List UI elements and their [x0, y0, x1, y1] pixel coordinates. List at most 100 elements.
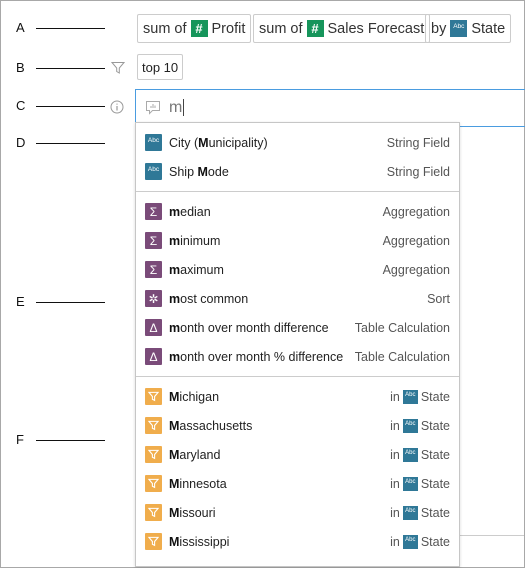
- label-text: onth over month difference: [180, 320, 329, 335]
- label-text: issouri: [179, 505, 216, 520]
- text-caret: [183, 99, 185, 117]
- label-text: City (: [169, 135, 199, 150]
- filter-pill-top-10[interactable]: top 10: [137, 54, 184, 80]
- match-highlight: M: [169, 534, 180, 549]
- suggestion-label: City (Municipality): [169, 136, 387, 150]
- pill-by-state[interactable]: by Abc State: [425, 14, 512, 43]
- label-text: ode: [207, 164, 229, 179]
- in-text: in: [390, 447, 400, 462]
- pill-field: State: [471, 20, 506, 37]
- number-icon: #: [190, 20, 208, 37]
- pill-prefix: by: [431, 20, 447, 37]
- delta-icon: Δ: [145, 348, 162, 365]
- pill-sum-sales-forecast[interactable]: sum of # Sales Forecast: [253, 14, 431, 43]
- string-icon: Abc: [145, 163, 162, 180]
- suggestion-type: Aggregation: [382, 204, 450, 219]
- sort-icon: ✲: [145, 290, 162, 307]
- match-highlight: M: [169, 505, 180, 520]
- string-icon: Abc: [402, 389, 418, 404]
- suggestion-item[interactable]: Δmonth over month % difference Table Calc…: [136, 342, 459, 371]
- suggestion-type: in Abc State: [390, 389, 450, 404]
- filter-icon: [111, 62, 125, 74]
- sigma-icon: Σ: [145, 232, 162, 249]
- label-text: Ship: [169, 164, 198, 179]
- suggestion-label: Maryland: [169, 448, 390, 462]
- callout-line: [36, 28, 105, 29]
- in-text: in: [390, 534, 400, 549]
- suggestion-item[interactable]: Michigan in Abc State: [136, 382, 459, 411]
- field-name: State: [420, 534, 450, 549]
- match-highlight: M: [169, 447, 180, 462]
- string-icon: Abc: [402, 418, 418, 433]
- match-highlight: m: [169, 320, 181, 335]
- suggestion-item[interactable]: Maryland in Abc State: [136, 440, 459, 469]
- callout-line: [36, 440, 105, 441]
- match-highlight: m: [169, 204, 181, 219]
- suggestion-item[interactable]: Mississippi in Abc State: [136, 527, 459, 556]
- match-highlight: M: [198, 135, 209, 150]
- filter-icon: [145, 446, 162, 463]
- suggestion-section: Michigan in Abc State Massachusetts in Abc Stat…: [136, 377, 459, 561]
- callout-label: F: [16, 432, 24, 447]
- filter-icon: [145, 533, 162, 550]
- match-highlight: M: [169, 476, 180, 491]
- pill-field: Profit: [211, 20, 246, 37]
- callout-label: B: [16, 60, 25, 75]
- field-name: State: [420, 505, 450, 520]
- suggestion-type: in Abc State: [390, 476, 450, 491]
- callout-line: [36, 143, 105, 144]
- suggestion-item[interactable]: Missouri in Abc State: [136, 498, 459, 527]
- callout-line: [36, 68, 105, 69]
- match-highlight: M: [169, 389, 180, 404]
- string-icon: Abc: [450, 20, 468, 37]
- callout-label: A: [16, 20, 25, 35]
- suggestion-item[interactable]: Minnesota in Abc State: [136, 469, 459, 498]
- divider: [458, 535, 524, 536]
- suggestion-item[interactable]: Δmonth over month difference Table Calcul…: [136, 313, 459, 342]
- suggestion-item[interactable]: Massachusetts in Abc State: [136, 411, 459, 440]
- suggestion-label: Ship Mode: [169, 165, 387, 179]
- suggestion-type: in Abc State: [390, 447, 450, 462]
- filter-icon: [145, 388, 162, 405]
- label-text: aryland: [179, 447, 221, 462]
- match-highlight: m: [169, 349, 181, 364]
- string-icon: Abc: [402, 447, 418, 462]
- label-text: innesota: [179, 476, 227, 491]
- suggestion-label: median: [169, 205, 383, 219]
- in-text: in: [390, 505, 400, 520]
- match-highlight: M: [169, 418, 180, 433]
- field-name: State: [420, 447, 450, 462]
- suggestion-item[interactable]: Abc City (Municipality) String Field: [136, 128, 459, 157]
- suggestion-label: Missouri: [169, 506, 390, 520]
- suggestion-type: Aggregation: [382, 233, 450, 248]
- suggestion-section: Σmedian Aggregation Σm inimum Aggregation Σma…: [136, 192, 459, 377]
- suggestion-type: Table Calculation: [354, 320, 450, 335]
- label-text: ichigan: [179, 389, 220, 404]
- suggestion-item[interactable]: Abc Ship Mode String Field: [136, 157, 459, 186]
- label-text: ost common: [180, 291, 249, 306]
- label-text: ississippi: [179, 534, 230, 549]
- callout-label: C: [16, 98, 26, 113]
- suggestion-item[interactable]: Σminimum Aggregation: [136, 226, 459, 255]
- input-value: m: [169, 99, 183, 116]
- suggestion-type: String Field: [386, 135, 450, 150]
- string-icon: Abc: [145, 134, 162, 151]
- label-text: inimum: [180, 233, 221, 248]
- filter-icon: [145, 417, 162, 434]
- suggestion-item[interactable]: Σmedian Aggregation: [136, 197, 459, 226]
- callout-line: [36, 106, 105, 107]
- in-text: in: [390, 389, 400, 404]
- in-text: in: [390, 476, 400, 491]
- info-icon[interactable]: [110, 100, 124, 114]
- suggestion-type: in Abc State: [390, 505, 450, 520]
- suggestion-label: most common: [169, 292, 427, 306]
- suggestion-item[interactable]: ✲ most common Sort: [136, 284, 459, 313]
- suggestion-label: maximum: [169, 263, 383, 277]
- in-text: in: [390, 418, 400, 433]
- suggestion-type: String Field: [386, 164, 450, 179]
- field-name: State: [420, 476, 450, 491]
- callout-label: D: [16, 135, 26, 150]
- suggestion-type: in Abc State: [390, 418, 450, 433]
- suggestion-item[interactable]: Σmaximum Aggregation: [136, 255, 459, 284]
- pill-sum-profit[interactable]: sum of # Profit: [137, 14, 252, 43]
